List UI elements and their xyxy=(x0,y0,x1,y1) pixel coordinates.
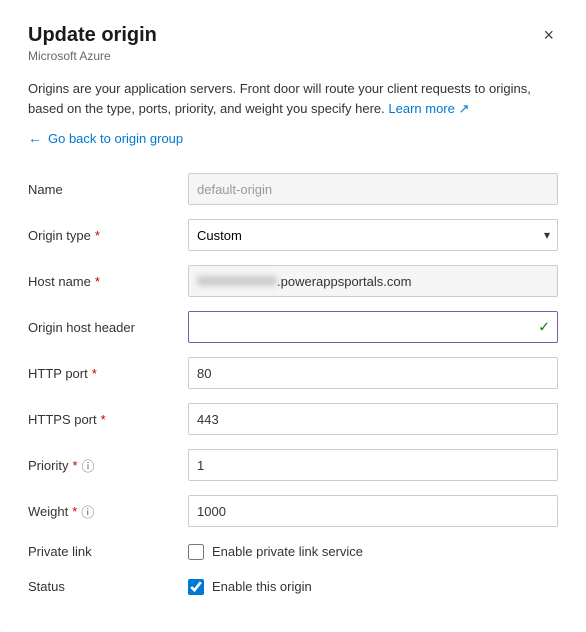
private-link-field: Enable private link service xyxy=(188,534,558,569)
origin-type-select-wrapper: Custom Storage App Service Function App … xyxy=(188,219,558,251)
https-port-required-star: * xyxy=(101,412,106,427)
status-checkbox-wrapper: Enable this origin xyxy=(188,579,312,595)
http-port-input[interactable] xyxy=(188,357,558,389)
private-link-checkbox-wrapper: Enable private link service xyxy=(188,544,363,560)
priority-field xyxy=(188,442,558,488)
host-name-label: Host name * xyxy=(28,258,188,304)
http-port-required-star: * xyxy=(92,366,97,381)
origin-type-required-star: * xyxy=(95,228,100,243)
dialog-title: Update origin xyxy=(28,24,157,47)
dialog-subtitle: Microsoft Azure xyxy=(28,49,157,63)
private-link-checkbox[interactable] xyxy=(188,544,204,560)
form-grid: Name Origin type * Custom Storage App Se… xyxy=(28,166,558,604)
priority-required-star: * xyxy=(72,458,77,473)
origin-host-header-field: ✓ xyxy=(188,304,558,350)
title-block: Update origin Microsoft Azure xyxy=(28,24,157,63)
origin-type-field: Custom Storage App Service Function App … xyxy=(188,212,558,258)
https-port-field xyxy=(188,396,558,442)
status-label: Status xyxy=(28,569,188,604)
origin-type-select[interactable]: Custom Storage App Service Function App … xyxy=(188,219,558,251)
back-arrow-icon: ← xyxy=(28,130,42,146)
weight-info-icon[interactable]: ⓘ xyxy=(81,502,94,521)
host-name-field: .powerappsportals.com xyxy=(188,258,558,304)
origin-host-header-label: Origin host header xyxy=(28,304,188,350)
check-icon: ✓ xyxy=(538,319,550,336)
host-name-suffix: .powerappsportals.com xyxy=(277,274,411,289)
close-button[interactable]: × xyxy=(539,24,558,46)
origin-host-header-input[interactable] xyxy=(188,311,558,343)
host-name-input-wrapper[interactable]: .powerappsportals.com xyxy=(188,265,558,297)
host-blur-placeholder xyxy=(197,276,277,286)
private-link-label: Private link xyxy=(28,534,188,569)
host-name-required-star: * xyxy=(95,274,100,289)
description-text: Origins are your application servers. Fr… xyxy=(28,79,558,118)
weight-label: Weight * ⓘ xyxy=(28,488,188,534)
weight-input[interactable] xyxy=(188,495,558,527)
priority-input[interactable] xyxy=(188,449,558,481)
dialog-header: Update origin Microsoft Azure × xyxy=(28,24,558,63)
learn-more-link[interactable]: Learn more ↗ xyxy=(388,101,469,116)
status-checkbox[interactable] xyxy=(188,579,204,595)
name-field xyxy=(188,166,558,212)
http-port-label: HTTP port * xyxy=(28,350,188,396)
back-link-label: Go back to origin group xyxy=(48,131,183,146)
update-origin-dialog: Update origin Microsoft Azure × Origins … xyxy=(0,0,586,632)
origin-host-header-wrapper: ✓ xyxy=(188,311,558,343)
https-port-input[interactable] xyxy=(188,403,558,435)
priority-label: Priority * ⓘ xyxy=(28,442,188,488)
name-input[interactable] xyxy=(188,173,558,205)
https-port-label: HTTPS port * xyxy=(28,396,188,442)
back-to-origin-group-link[interactable]: ← Go back to origin group xyxy=(28,130,183,146)
private-link-checkbox-label[interactable]: Enable private link service xyxy=(212,544,363,559)
name-label: Name xyxy=(28,166,188,212)
external-link-icon: ↗ xyxy=(458,101,469,116)
weight-required-star: * xyxy=(72,504,77,519)
status-field: Enable this origin xyxy=(188,569,558,604)
priority-info-icon[interactable]: ⓘ xyxy=(82,456,95,475)
origin-type-label: Origin type * xyxy=(28,212,188,258)
http-port-field xyxy=(188,350,558,396)
weight-field xyxy=(188,488,558,534)
